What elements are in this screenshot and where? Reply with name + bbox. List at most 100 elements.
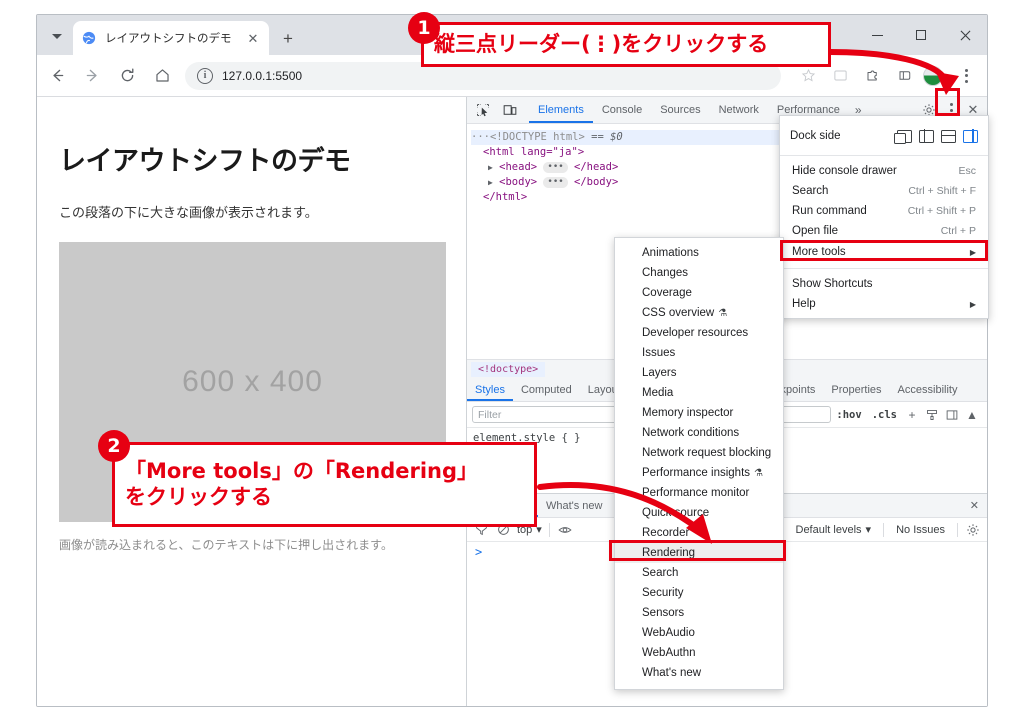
dock-right-icon[interactable]: [963, 129, 978, 143]
callout-step-1-text: 縦三点リーダー(⋮)をクリックする: [434, 31, 769, 56]
window-minimize-button[interactable]: [855, 15, 899, 55]
submenu-item-layers[interactable]: Layers: [615, 363, 783, 383]
toggle-sidebar-icon[interactable]: [942, 409, 962, 421]
dock-undock-icon[interactable]: [894, 129, 912, 144]
menu-item-label: Show Shortcuts: [792, 278, 873, 290]
menu-item-shortcut: Ctrl + Shift + P: [907, 205, 976, 217]
menu-item-search[interactable]: Search Ctrl + Shift + F: [780, 181, 988, 201]
menu-item-help[interactable]: Help ▶: [780, 294, 988, 314]
tab-console[interactable]: Console: [593, 97, 651, 123]
submenu-item-quick-source[interactable]: Quick source: [615, 503, 783, 523]
submenu-item-label: Animations: [642, 247, 699, 259]
submenu-item-animations[interactable]: Animations: [615, 243, 783, 263]
submenu-item-network-request-blocking[interactable]: Network request blocking: [615, 443, 783, 463]
expand-triangle-icon[interactable]: ▶: [488, 163, 493, 172]
submenu-item-changes[interactable]: Changes: [615, 263, 783, 283]
profile-avatar[interactable]: [923, 65, 943, 86]
live-expression-eye-icon[interactable]: [554, 523, 576, 537]
divider: [548, 522, 550, 537]
brush-icon[interactable]: [922, 409, 942, 421]
tab-close-icon[interactable]: ✕: [245, 30, 261, 46]
dom-html-close: </html>: [483, 191, 528, 203]
tab-search-button[interactable]: [44, 24, 70, 48]
submenu-item-issues[interactable]: Issues: [615, 343, 783, 363]
tab-elements[interactable]: Elements: [529, 97, 593, 123]
tab-styles[interactable]: Styles: [467, 378, 513, 401]
dock-side-row: Dock side: [780, 122, 988, 150]
submenu-item-search[interactable]: Search: [615, 563, 783, 583]
back-icon[interactable]: [42, 61, 72, 91]
page-footer-text: 画像が読み込まれると、このテキストは下に押し出されます。: [59, 538, 393, 552]
new-tab-button[interactable]: +: [277, 27, 299, 49]
tab-sources[interactable]: Sources: [651, 97, 709, 123]
browser-menu-icon[interactable]: [951, 61, 981, 91]
experimental-flask-icon: ⚗: [754, 467, 763, 479]
more-tools-submenu: Animations Changes Coverage CSS overview…: [614, 237, 784, 690]
tab-properties[interactable]: Properties: [823, 378, 889, 401]
browser-tab[interactable]: レイアウトシフトのデモ ✕: [73, 21, 269, 55]
submenu-item-security[interactable]: Security: [615, 583, 783, 603]
forward-icon[interactable]: [77, 61, 107, 91]
menu-item-hide-console-drawer[interactable]: Hide console drawer Esc: [780, 161, 988, 181]
menu-item-open-file[interactable]: Open file Ctrl + P: [780, 221, 988, 241]
chevron-down-icon: [52, 33, 62, 39]
submenu-item-webauthn[interactable]: WebAuthn: [615, 643, 783, 663]
split-view-icon[interactable]: [889, 61, 919, 91]
dom-head-open: <head>: [499, 161, 538, 173]
submenu-item-developer-resources[interactable]: Developer resources: [615, 323, 783, 343]
hov-toggle[interactable]: :hov: [831, 409, 866, 421]
issues-counter[interactable]: No Issues: [888, 524, 953, 536]
window-controls: [855, 15, 987, 55]
submenu-item-sensors[interactable]: Sensors: [615, 603, 783, 623]
menu-divider: [780, 268, 988, 269]
inspect-element-icon[interactable]: [471, 99, 494, 122]
menu-item-more-tools[interactable]: More tools ▶: [780, 241, 988, 263]
submenu-item-performance-insights[interactable]: Performance insights ⚗: [615, 463, 783, 483]
scroll-up-icon[interactable]: ▲: [962, 408, 982, 422]
console-settings-gear-icon[interactable]: [962, 523, 984, 537]
drawer-tab-whats-new[interactable]: What's new: [538, 494, 611, 517]
dock-left-icon[interactable]: [919, 129, 934, 143]
dock-bottom-icon[interactable]: [940, 129, 957, 143]
submenu-item-memory-inspector[interactable]: Memory inspector: [615, 403, 783, 423]
cls-toggle[interactable]: .cls: [867, 409, 902, 421]
submenu-item-network-conditions[interactable]: Network conditions: [615, 423, 783, 443]
extensions-puzzle-icon[interactable]: [857, 61, 887, 91]
page-content-pane: レイアウトシフトのデモ この段落の下に大きな画像が表示されます。 600 x 4…: [37, 97, 466, 706]
tab-computed[interactable]: Computed: [513, 378, 580, 401]
menu-item-label: More tools: [792, 246, 846, 258]
submenu-item-label: Security: [642, 587, 684, 599]
submenu-item-label: WebAudio: [642, 627, 695, 639]
submenu-item-rendering[interactable]: Rendering: [615, 543, 783, 563]
step-badge-2: 2: [98, 430, 130, 462]
collapsed-children-icon[interactable]: •••: [543, 161, 568, 173]
chevron-down-icon: ▾: [536, 524, 542, 536]
menu-item-run-command[interactable]: Run command Ctrl + Shift + P: [780, 201, 988, 221]
window-close-button[interactable]: [943, 15, 987, 55]
menu-item-show-shortcuts[interactable]: Show Shortcuts: [780, 274, 988, 294]
submenu-item-whats-new[interactable]: What's new: [615, 663, 783, 683]
new-style-rule-icon[interactable]: +: [902, 408, 922, 422]
window-maximize-button[interactable]: [899, 15, 943, 55]
drawer-close-icon[interactable]: ✕: [962, 494, 987, 517]
tab-accessibility[interactable]: Accessibility: [890, 378, 966, 401]
submenu-item-performance-monitor[interactable]: Performance monitor: [615, 483, 783, 503]
submenu-item-recorder[interactable]: Recorder: [615, 523, 783, 543]
tab-title: レイアウトシフトのデモ: [105, 33, 232, 45]
home-icon[interactable]: [147, 61, 177, 91]
reload-icon[interactable]: [112, 61, 142, 91]
log-levels-select[interactable]: Default levels ▾: [788, 523, 880, 537]
site-info-icon[interactable]: i: [197, 67, 213, 84]
screenshot-root: レイアウトシフトのデモ ✕ + i 127.0.0.1:5500 レイアウトシフ…: [0, 0, 1024, 727]
submenu-item-coverage[interactable]: Coverage: [615, 283, 783, 303]
submenu-item-media[interactable]: Media: [615, 383, 783, 403]
tab-network[interactable]: Network: [710, 97, 768, 123]
menu-item-shortcut: Ctrl + P: [940, 225, 976, 237]
collapsed-children-icon[interactable]: •••: [543, 176, 568, 188]
submenu-item-css-overview[interactable]: CSS overview ⚗: [615, 303, 783, 323]
breadcrumb-item[interactable]: <!doctype>: [471, 361, 546, 377]
expand-triangle-icon[interactable]: ▶: [488, 178, 493, 187]
submenu-item-label: What's new: [642, 667, 702, 679]
submenu-item-webaudio[interactable]: WebAudio: [615, 623, 783, 643]
device-toolbar-icon[interactable]: [498, 99, 521, 122]
